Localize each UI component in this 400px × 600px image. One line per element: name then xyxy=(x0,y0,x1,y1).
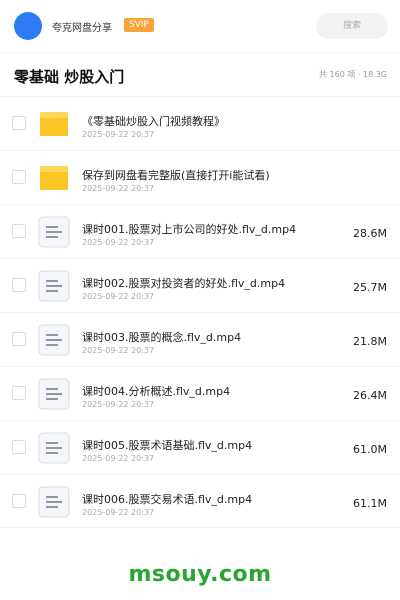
file-date: 2025-09-22 20:37 xyxy=(82,454,155,463)
file-date: 2025-09-22 20:37 xyxy=(82,184,155,193)
file-size: 21.8M xyxy=(353,335,387,348)
folder-row[interactable]: 保存到网盘看完整版(直接打开i能试看) 2025-09-22 20:37 xyxy=(0,150,400,204)
file-name: 课时002.股票对投资者的好处.flv_d.mp4 xyxy=(82,277,286,290)
file-row[interactable]: 课时004.分析概述.flv_d.mp4 2025-09-22 20:37 26.4… xyxy=(0,366,400,420)
row-checkbox[interactable] xyxy=(12,494,26,508)
file-date: 2025-09-22 20:37 xyxy=(82,508,155,517)
file-icon xyxy=(38,378,70,410)
watermark-text: msouy.com xyxy=(128,562,272,587)
file-name: 课时006.股票交易术语.flv_d.mp4 xyxy=(82,493,253,506)
folder-header: 零基础 炒股入门 共 160 项 · 18.3G xyxy=(0,53,400,96)
file-row[interactable]: 课时001.股票对上市公司的好处.flv_d.mp4 2025-09-22 20:… xyxy=(0,204,400,258)
file-name: 课时005.股票术语基础.flv_d.mp4 xyxy=(82,439,253,452)
row-checkbox[interactable] xyxy=(12,386,26,400)
file-size: 61.0M xyxy=(353,443,387,456)
svip-badge: SVIP xyxy=(124,18,154,32)
file-row[interactable]: 课时003.股票的概念.flv_d.mp4 2025-09-22 20:37 21.… xyxy=(0,312,400,366)
folder-row[interactable]: 《零基础炒股入门视频教程》 2025-09-22 20:37 xyxy=(0,96,400,150)
row-checkbox[interactable] xyxy=(12,278,26,292)
page-title: 零基础 炒股入门 xyxy=(14,68,125,86)
file-size: 25.7M xyxy=(353,281,387,294)
file-list: 《零基础炒股入门视频教程》 2025-09-22 20:37 保存到网盘看完整版(直… xyxy=(0,96,400,528)
folder-icon xyxy=(38,162,70,194)
file-icon xyxy=(38,270,70,302)
file-size: 28.6M xyxy=(353,227,387,240)
file-size: 61.1M xyxy=(353,497,387,510)
file-row[interactable]: 课时002.股票对投资者的好处.flv_d.mp4 2025-09-22 20:3… xyxy=(0,258,400,312)
file-date: 2025-09-22 20:37 xyxy=(82,130,155,139)
file-name: 保存到网盘看完整版(直接打开i能试看) xyxy=(82,169,270,182)
file-date: 2025-09-22 20:37 xyxy=(82,238,155,247)
folder-icon xyxy=(38,108,70,140)
file-date: 2025-09-22 20:37 xyxy=(82,292,155,301)
file-icon xyxy=(38,432,70,464)
file-name: 课时004.分析概述.flv_d.mp4 xyxy=(82,385,231,398)
app-name: 夸克网盘分享 xyxy=(52,23,112,34)
file-name: 课时003.股票的概念.flv_d.mp4 xyxy=(82,331,242,344)
row-checkbox[interactable] xyxy=(12,440,26,454)
row-checkbox[interactable] xyxy=(12,170,26,184)
file-row[interactable]: 课时006.股票交易术语.flv_d.mp4 2025-09-22 20:37 61… xyxy=(0,474,400,528)
row-checkbox[interactable] xyxy=(12,332,26,346)
avatar[interactable] xyxy=(14,12,42,40)
item-summary: 共 160 项 · 18.3G xyxy=(319,70,387,79)
file-icon xyxy=(38,216,70,248)
file-name: 《零基础炒股入门视频教程》 xyxy=(82,115,225,128)
top-bar: 夸克网盘分享 SVIP 搜索 xyxy=(0,0,400,52)
file-name: 课时001.股票对上市公司的好处.flv_d.mp4 xyxy=(82,223,297,236)
file-row[interactable]: 课时005.股票术语基础.flv_d.mp4 2025-09-22 20:37 61… xyxy=(0,420,400,474)
file-size: 26.4M xyxy=(353,389,387,402)
search-button[interactable]: 搜索 xyxy=(316,13,388,39)
row-checkbox[interactable] xyxy=(12,116,26,130)
file-icon xyxy=(38,324,70,356)
file-date: 2025-09-22 20:37 xyxy=(82,400,155,409)
file-date: 2025-09-22 20:37 xyxy=(82,346,155,355)
row-checkbox[interactable] xyxy=(12,224,26,238)
file-icon xyxy=(38,486,70,518)
